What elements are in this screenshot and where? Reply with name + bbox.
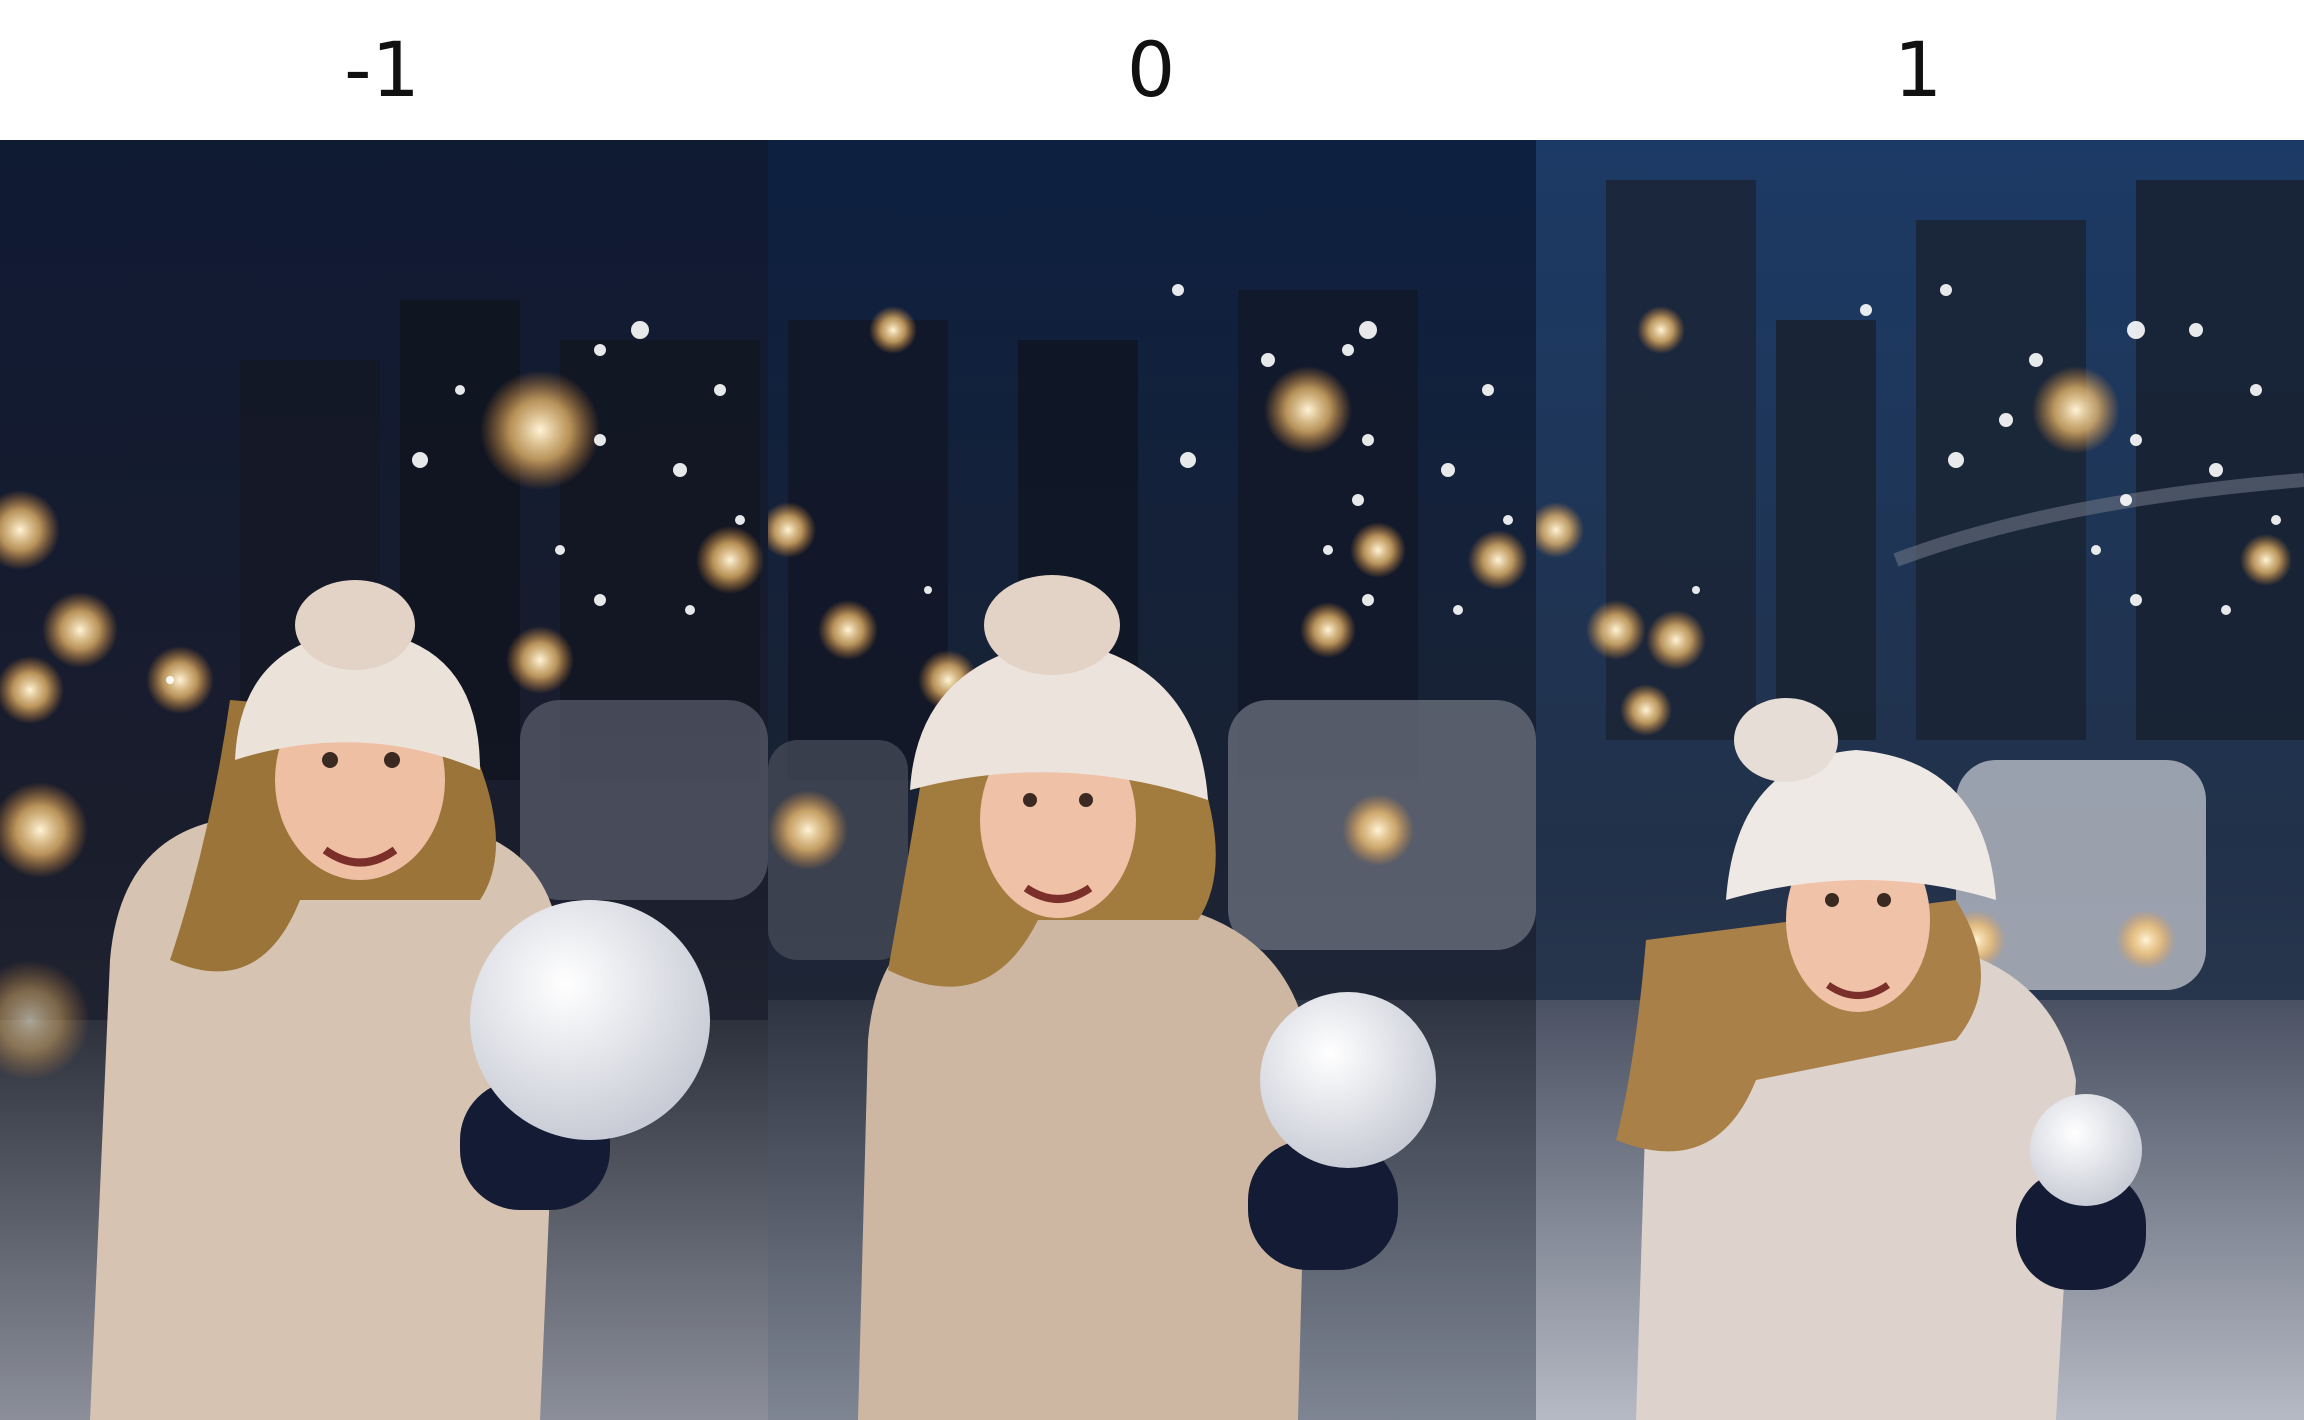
photo-panel-0 (768, 140, 1536, 1420)
column-labels: -1 0 1 (0, 0, 2304, 140)
column-label-plus-1: 1 (1893, 25, 1943, 114)
snow-girl-photo-0 (768, 140, 1536, 1420)
photo-panel-plus-1 (1536, 140, 2304, 1420)
snow-girl-photo-minus-1 (0, 140, 768, 1420)
column-label-minus-1: -1 (344, 25, 420, 114)
photo-panel-minus-1 (0, 140, 768, 1420)
column-label-0: 0 (1126, 25, 1176, 114)
snow-girl-photo-plus-1 (1536, 140, 2304, 1420)
